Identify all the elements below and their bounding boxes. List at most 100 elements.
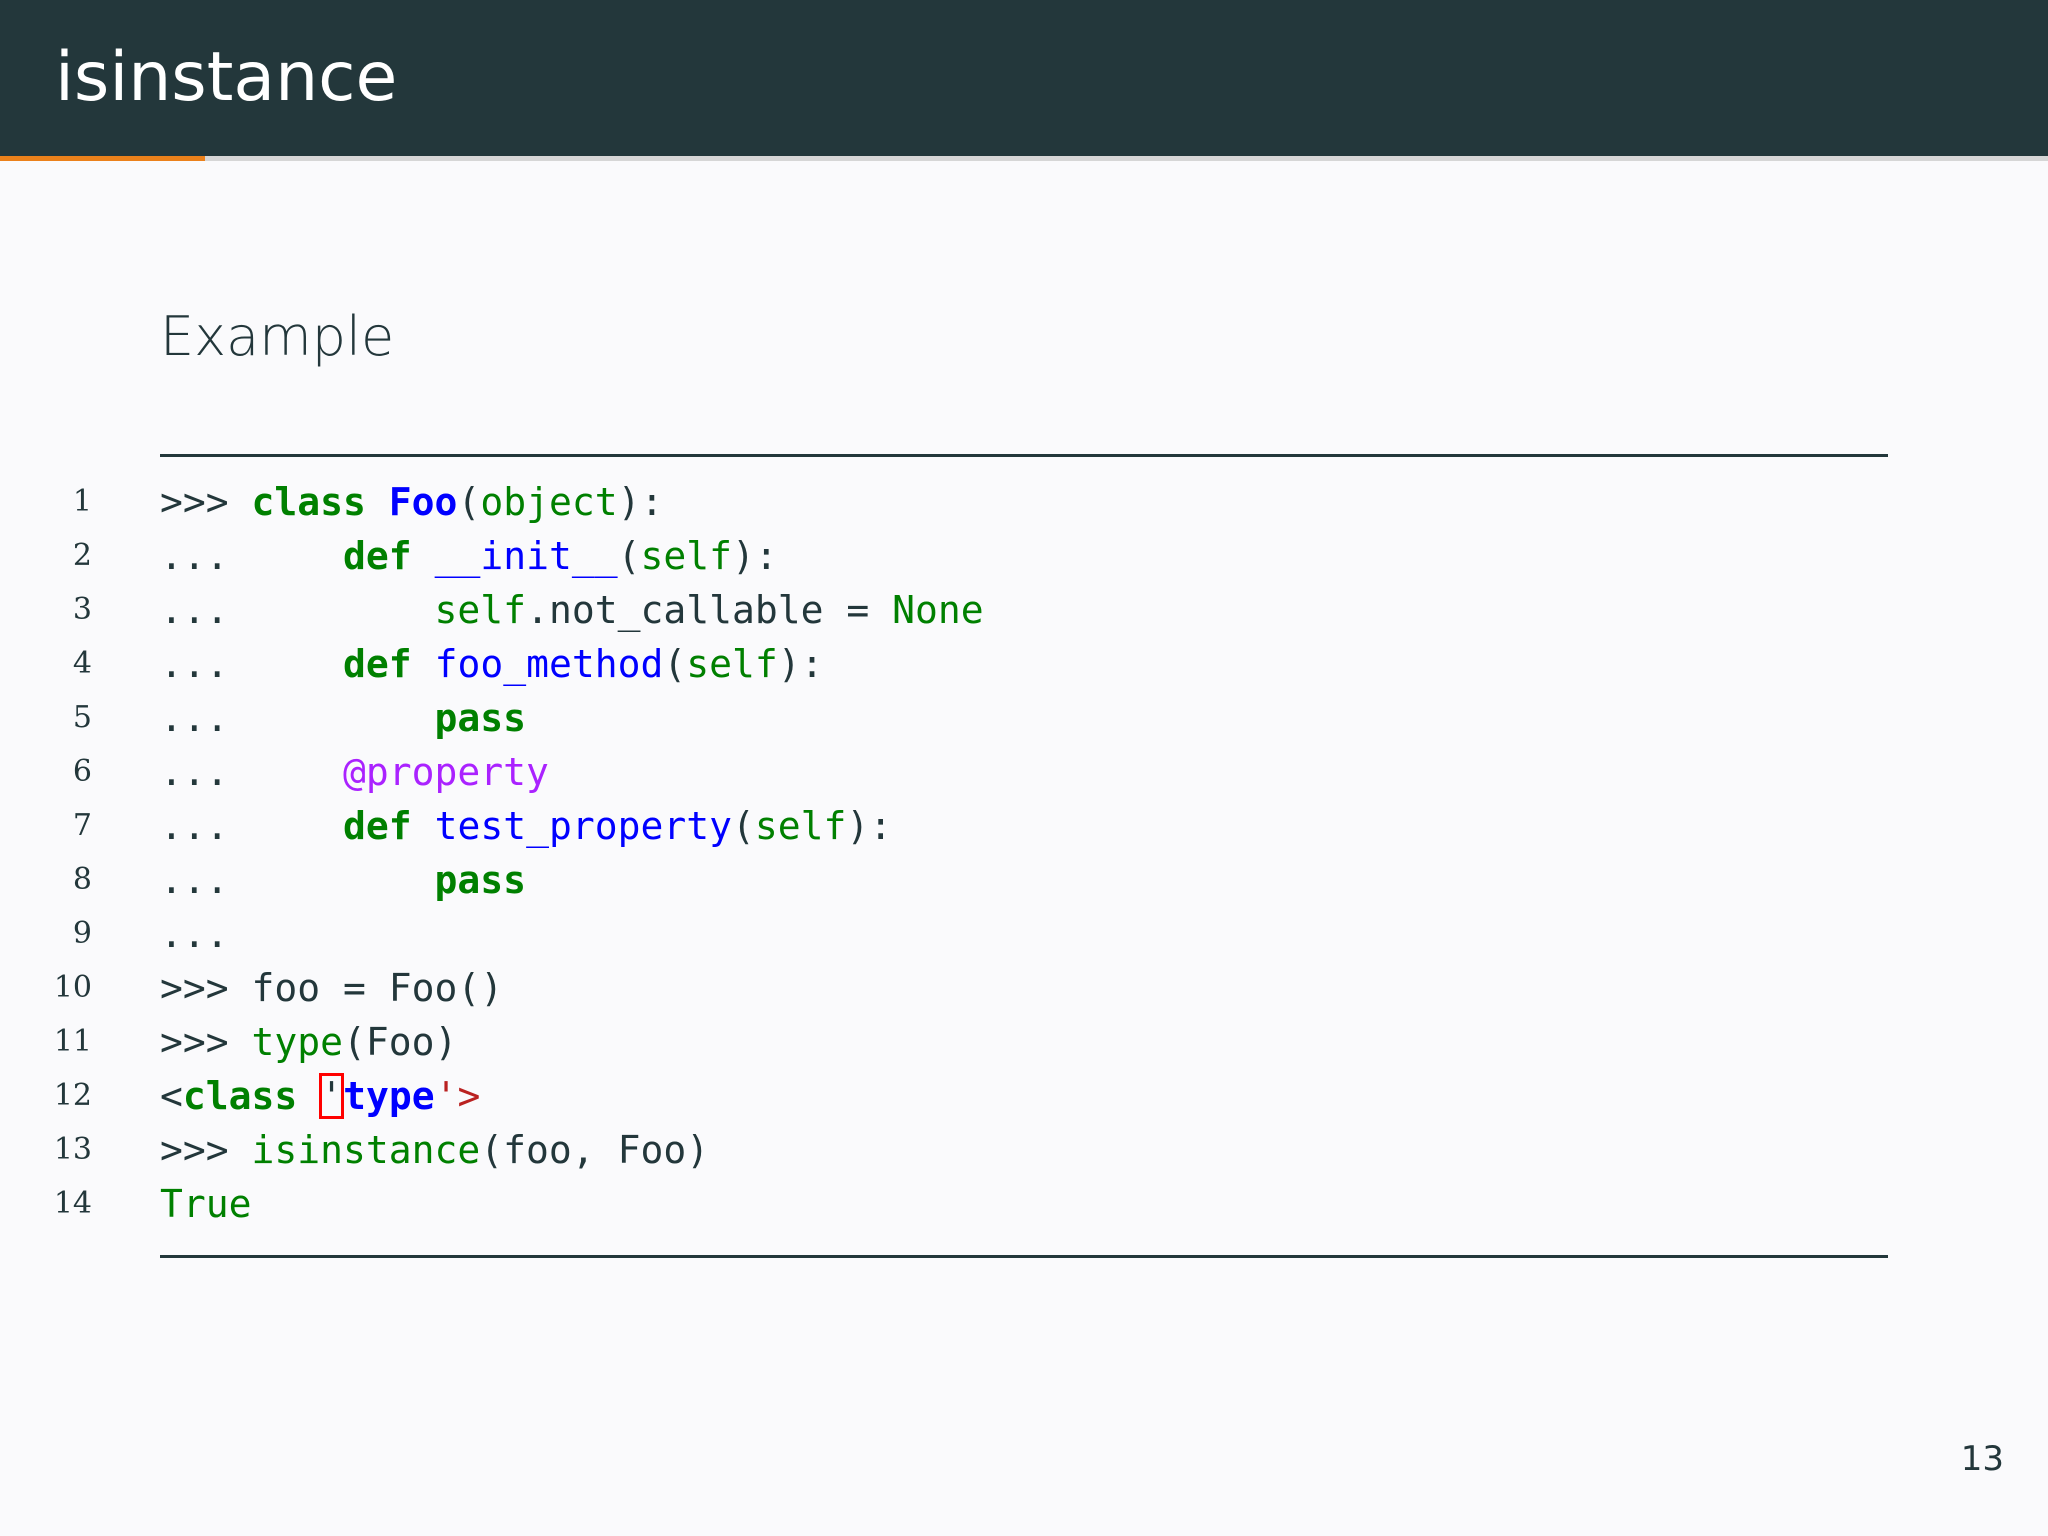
- code-token: ):: [846, 804, 893, 848]
- code-line: 1 >>> class Foo(object):: [0, 475, 2048, 529]
- code-token: (: [457, 480, 481, 524]
- slide-title: isinstance: [55, 38, 398, 117]
- code-line: 8... pass: [0, 853, 2048, 907]
- code-text: ... def __init__(self):: [160, 529, 778, 583]
- error-highlight-token: ': [319, 1073, 345, 1119]
- code-token: .not_callable =: [526, 588, 893, 632]
- line-number: 7: [72, 808, 92, 843]
- code-token: <: [160, 1074, 183, 1118]
- code-token: True: [160, 1182, 252, 1226]
- code-token: def: [343, 804, 412, 848]
- code-top-rule: [160, 454, 1888, 457]
- block-title: Example: [160, 305, 395, 368]
- code-line: 6... @property: [0, 745, 2048, 799]
- code-line: 11 >>> type(Foo): [0, 1015, 2048, 1069]
- line-number: 9: [72, 916, 92, 951]
- code-token: ...: [160, 912, 229, 956]
- code-line: 14 True: [0, 1177, 2048, 1231]
- code-text: ... @property: [160, 745, 549, 799]
- code-text: >>> isinstance(foo, Foo): [160, 1123, 709, 1177]
- code-line: 12 <class 'type'>: [0, 1069, 2048, 1123]
- code-token: >>>: [160, 1020, 252, 1064]
- code-text: ...: [160, 907, 229, 961]
- code-token: self: [434, 588, 527, 632]
- slide-header: isinstance: [0, 0, 2048, 156]
- code-token: ):: [617, 480, 664, 524]
- code-token: ...: [160, 534, 344, 578]
- line-number: 1: [72, 484, 92, 519]
- code-token: >>>: [160, 966, 252, 1010]
- code-token: def: [343, 534, 412, 578]
- code-token: class: [251, 480, 366, 524]
- code-token: foo_method: [434, 642, 664, 686]
- line-number: 3: [72, 592, 92, 627]
- code-token: (foo, Foo): [480, 1128, 710, 1172]
- code-token: type: [251, 1020, 344, 1064]
- line-number: 4: [72, 646, 92, 681]
- line-number: 6: [72, 754, 92, 789]
- code-text: ... def test_property(self):: [160, 799, 892, 853]
- code-token: Foo: [388, 480, 458, 524]
- code-token: object: [480, 480, 618, 524]
- code-token: __init__: [434, 534, 618, 578]
- code-line: 10 >>> foo = Foo(): [0, 961, 2048, 1015]
- code-text: >>> class Foo(object):: [160, 475, 663, 529]
- code-text: ... pass: [160, 691, 526, 745]
- code-token: pass: [434, 696, 527, 740]
- line-number: 2: [72, 538, 92, 573]
- code-token: ):: [777, 642, 824, 686]
- line-number: 5: [72, 700, 92, 735]
- code-token: >>>: [160, 480, 252, 524]
- code-token: ):: [732, 534, 778, 578]
- code-token: test_property: [434, 804, 732, 848]
- code-token: pass: [434, 858, 527, 902]
- code-line: 3... self.not_callable = None: [0, 583, 2048, 637]
- code-token: (: [617, 534, 641, 578]
- line-number: 13: [53, 1132, 92, 1167]
- code-token: def: [343, 642, 412, 686]
- code-token: (Foo): [343, 1020, 458, 1064]
- code-line: 13 >>> isinstance(foo, Foo): [0, 1123, 2048, 1177]
- code-token: ...: [160, 750, 344, 794]
- code-token: ...: [160, 588, 435, 632]
- page-number: 13: [1960, 1439, 2004, 1479]
- code-text: ... def foo_method(self):: [160, 637, 824, 691]
- progress-bar: [0, 156, 2048, 161]
- code-text: True: [160, 1177, 252, 1231]
- code-token: ...: [160, 858, 435, 902]
- code-text: >>> foo = Foo(): [160, 961, 503, 1015]
- code-line: 4... def foo_method(self):: [0, 637, 2048, 691]
- code-token: @property: [343, 750, 549, 794]
- code-bottom-rule: [160, 1255, 1888, 1258]
- code-line: 2 ... def __init__(self):: [0, 529, 2048, 583]
- code-listing: 1 >>> class Foo(object): 2... def __init__…: [0, 475, 2048, 1231]
- code-line: 9...: [0, 907, 2048, 961]
- code-token: ...: [160, 804, 344, 848]
- code-token: self: [686, 642, 778, 686]
- line-number: 12: [53, 1078, 92, 1113]
- code-text: ... pass: [160, 853, 526, 907]
- code-token: foo = Foo(): [251, 966, 504, 1010]
- code-token: type: [343, 1074, 435, 1118]
- line-number: 10: [53, 970, 92, 1005]
- code-token: ...: [160, 642, 344, 686]
- code-token: (: [731, 804, 755, 848]
- code-token: None: [892, 588, 984, 632]
- code-token: ...: [160, 696, 435, 740]
- code-text: >>> type(Foo): [160, 1015, 457, 1069]
- line-number: 8: [72, 862, 92, 897]
- line-number: 11: [53, 1024, 92, 1059]
- progress-bar-fill: [0, 156, 205, 161]
- code-text: ... self.not_callable = None: [160, 583, 984, 637]
- code-line: 7 ... def test_property(self):: [0, 799, 2048, 853]
- code-token: '>: [434, 1074, 481, 1118]
- code-token: class: [182, 1074, 298, 1118]
- code-token: isinstance: [251, 1128, 481, 1172]
- code-token: (: [663, 642, 687, 686]
- code-token: >>>: [160, 1128, 252, 1172]
